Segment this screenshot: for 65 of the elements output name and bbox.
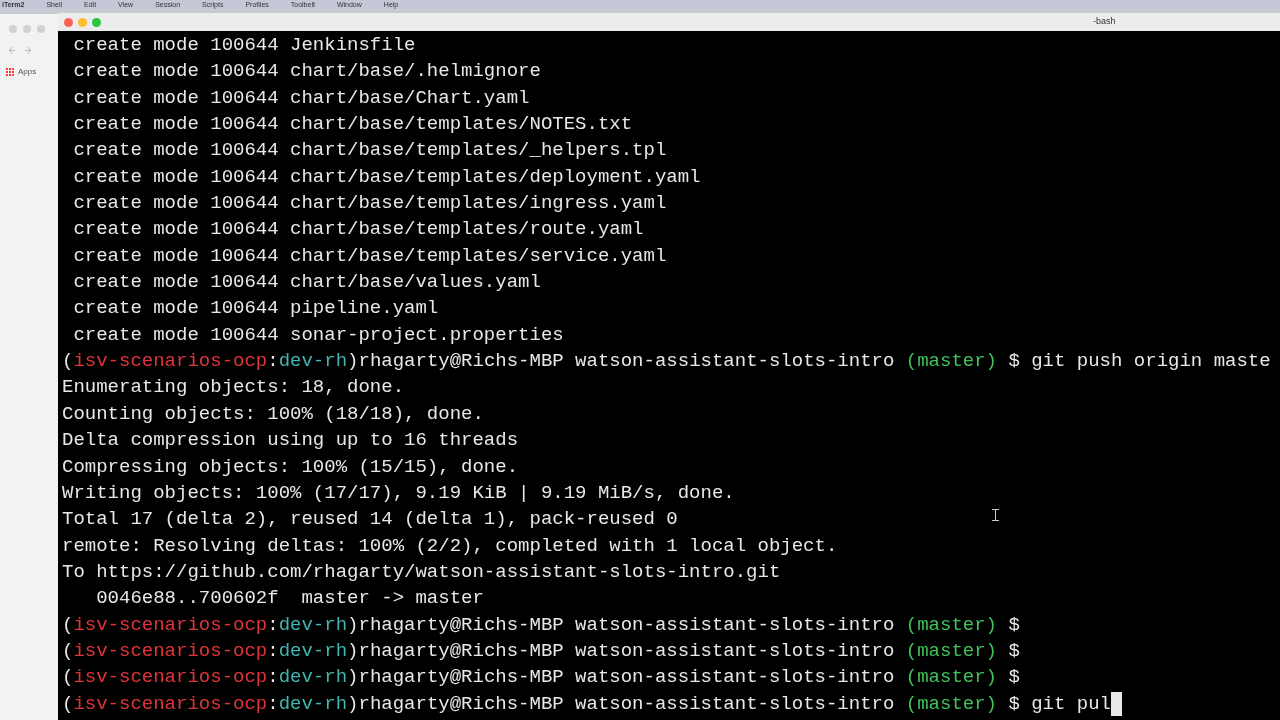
- close-button[interactable]: [64, 17, 73, 27]
- output-line: Compressing objects: 100% (15/15), done.: [62, 454, 519, 480]
- prompt-text: )rhagarty@Richs-MBP watson-assistant-slots-intro: [347, 612, 896, 638]
- output-line: create mode 100644 chart/base/templates/_helpers.tpl: [72, 138, 667, 164]
- prompt-text: (: [62, 638, 74, 664]
- output-line: Counting objects: 100% (18/18), done.: [62, 401, 484, 427]
- output-line: Total 17 (delta 2), reused 14 (delta 1), pack-reused 0: [62, 507, 678, 533]
- prompt-text: isv-scenarios-ocp: [73, 691, 268, 717]
- output-line: create mode 100644 Jenkinsfile: [72, 33, 416, 58]
- prompt-text: (master): [905, 612, 997, 638]
- output-line: Delta compression using up to 16 threads: [62, 428, 519, 454]
- prompt-text: )rhagarty@Richs-MBP watson-assistant-slots-intro: [347, 349, 896, 375]
- output-line: create mode 100644 chart/base/.helmignore: [72, 59, 541, 85]
- output-line: create mode 100644 chart/base/templates/service.yaml: [72, 243, 667, 269]
- prompt-text: (master): [905, 665, 997, 691]
- prompt-text: :: [267, 691, 279, 717]
- output-line: create mode 100644 chart/base/templates/route.yaml: [72, 217, 644, 243]
- i-beam-cursor-icon: [992, 509, 999, 521]
- prompt-text: isv-scenarios-ocp: [73, 349, 268, 375]
- apps-grid-icon[interactable]: [6, 68, 14, 76]
- prompt-text: )rhagarty@Richs-MBP watson-assistant-slots-intro: [347, 691, 896, 717]
- prompt-text: isv-scenarios-ocp: [73, 665, 268, 691]
- output-line: create mode 100644 chart/base/templates/NOTES.txt: [72, 112, 633, 138]
- prompt-text: (: [62, 349, 74, 375]
- prompt-text: isv-scenarios-ocp: [73, 638, 268, 664]
- output-line: 0046e88..700602f master -> master: [95, 586, 484, 612]
- forward-icon[interactable]: [24, 46, 33, 55]
- output-line: create mode 100644 sonar-project.properties: [72, 322, 564, 348]
- prompt-text: dev-rh: [278, 665, 348, 691]
- output-line: create mode 100644 chart/base/Chart.yaml: [72, 85, 530, 111]
- output-line: create mode 100644 chart/base/templates/deployment.yaml: [72, 164, 701, 190]
- output-line: create mode 100644 pipeline.yaml: [72, 296, 439, 322]
- prompt-text: (master): [905, 638, 997, 664]
- output-line: Writing objects: 100% (17/17), 9.19 KiB | 9.19 MiB/s, done.: [62, 480, 735, 506]
- output-line: create mode 100644 chart/base/templates/ingress.yaml: [72, 191, 667, 217]
- zoom-button[interactable]: [92, 17, 101, 27]
- prompt-text: )rhagarty@Richs-MBP watson-assistant-slots-intro: [347, 665, 896, 691]
- prompt-text: (: [62, 612, 74, 638]
- prompt-text: dev-rh: [278, 638, 348, 664]
- prompt-text: (: [62, 665, 74, 691]
- output-line: Enumerating objects: 18, done.: [62, 375, 405, 401]
- prompt-text: isv-scenarios-ocp: [73, 612, 268, 638]
- back-icon[interactable]: [7, 46, 16, 55]
- bookmark-link[interactable]: Apps: [18, 66, 37, 78]
- prompt-text: :: [267, 638, 279, 664]
- prompt-text: $: [1007, 638, 1020, 664]
- minimize-button[interactable]: [78, 17, 87, 27]
- prompt-text: dev-rh: [278, 349, 348, 375]
- prompt-text: $ git push origin maste: [1007, 349, 1271, 375]
- window-title: -bash: [1093, 15, 1116, 29]
- prompt-text: :: [267, 665, 279, 691]
- output-line: remote: Resolving deltas: 100% (2/2), completed with 1 local object.: [62, 533, 838, 559]
- prompt-text: dev-rh: [278, 612, 348, 638]
- prompt-text: dev-rh: [278, 691, 348, 717]
- prompt-text: $: [1007, 665, 1020, 691]
- output-line: create mode 100644 chart/base/values.yaml: [72, 270, 541, 296]
- prompt-text: )rhagarty@Richs-MBP watson-assistant-slots-intro: [347, 638, 896, 664]
- prompt-text: (master): [905, 691, 997, 717]
- prompt-text: (: [62, 691, 74, 717]
- prompt-text: :: [267, 612, 279, 638]
- prompt-text: $: [1007, 612, 1020, 638]
- output-line: To https://github.com/rhagarty/watson-assistant-slots-intro.git: [62, 559, 781, 585]
- prompt-text: (master): [905, 349, 997, 375]
- prompt-text: $ git pul: [1007, 691, 1112, 717]
- prompt-text: :: [267, 349, 279, 375]
